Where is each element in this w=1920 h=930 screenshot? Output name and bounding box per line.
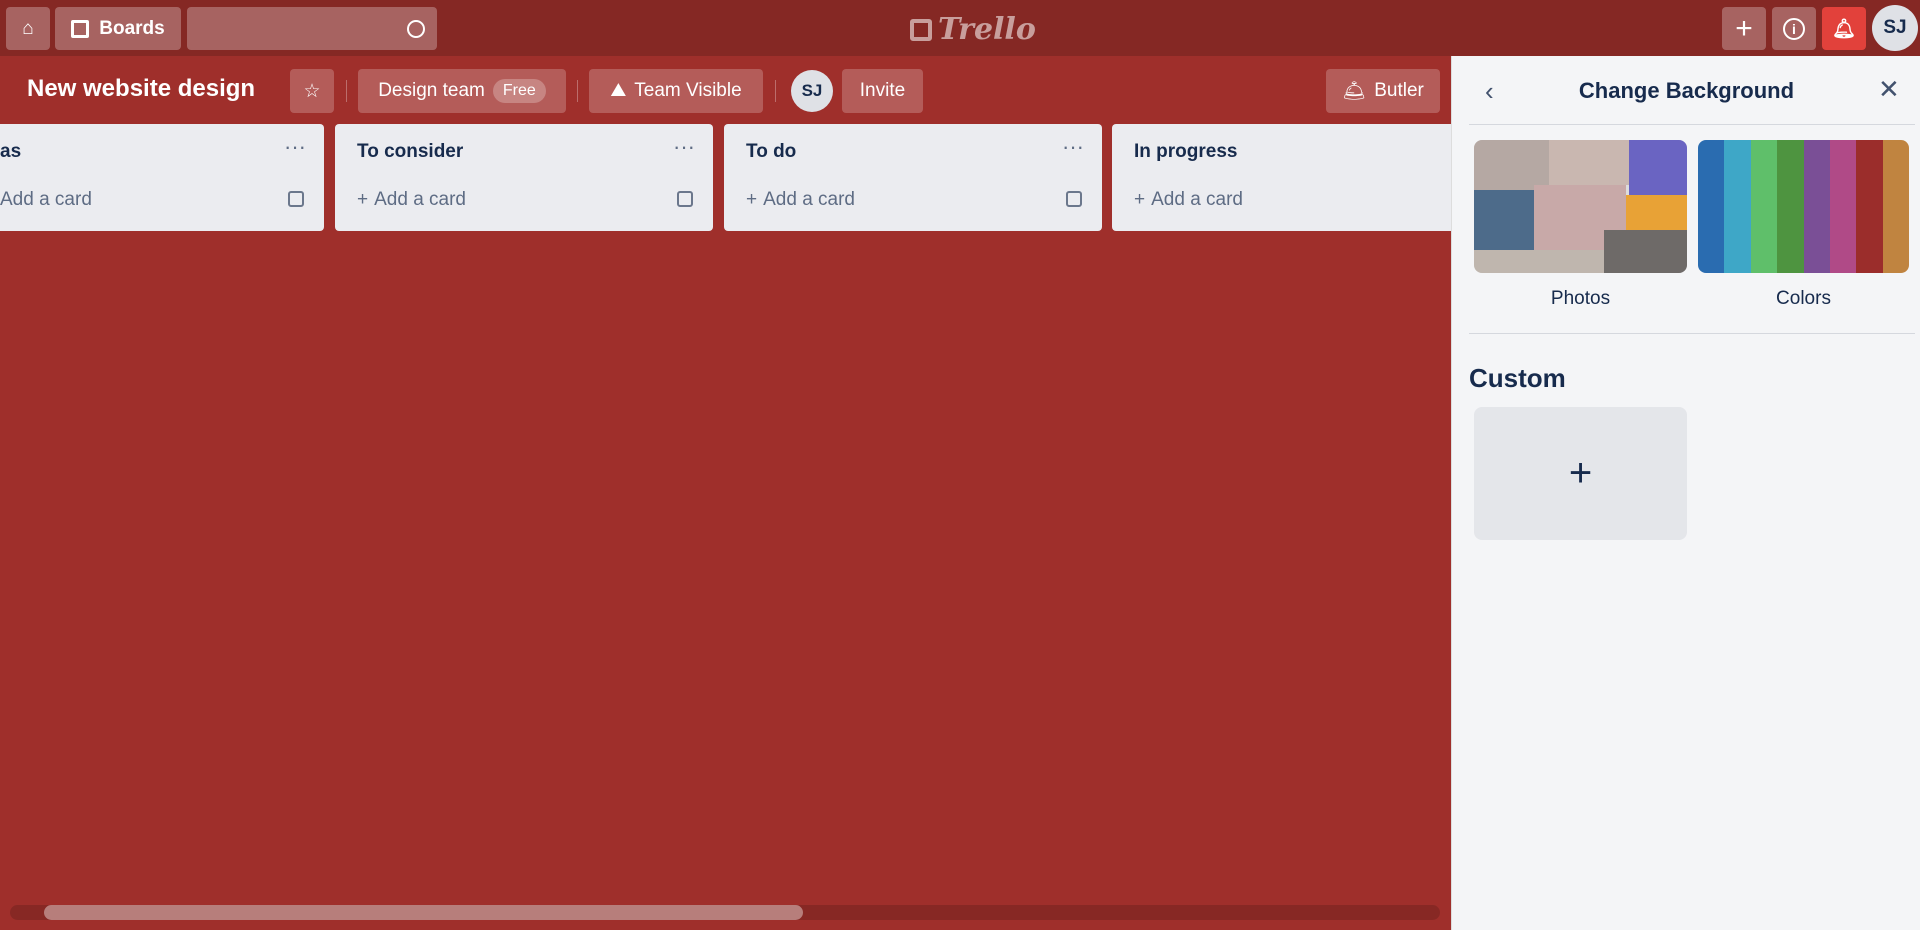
add-card-label: Add a card — [374, 189, 467, 210]
divider — [1469, 333, 1915, 334]
notifications-button[interactable]: 🔔︎ — [1822, 7, 1866, 50]
plus-icon: + — [1568, 451, 1593, 495]
create-button[interactable]: + — [1722, 7, 1766, 50]
plan-badge: Free — [492, 79, 546, 103]
list-menu-icon[interactable]: ··· — [1062, 134, 1084, 160]
list: as ··· Add a card — [0, 124, 324, 231]
info-icon: i — [1783, 17, 1805, 40]
panel-title: Change Background — [1578, 78, 1795, 103]
photos-label[interactable]: Photos — [1474, 288, 1687, 310]
change-background-panel: ‹ Change Background ✕ Photos Colors Cust… — [1451, 56, 1920, 930]
colors-label[interactable]: Colors — [1698, 288, 1909, 310]
add-card-button[interactable]: + Add a card — [1134, 189, 1243, 211]
add-card-button[interactable]: + Add a card — [746, 189, 855, 211]
close-icon[interactable]: ✕ — [1878, 74, 1900, 105]
color-swatch — [1777, 140, 1804, 273]
add-card-label: Add a card — [0, 189, 92, 210]
add-card-button[interactable]: Add a card — [0, 189, 92, 211]
add-card-button[interactable]: + Add a card — [357, 189, 466, 211]
list: In progress + Add a card — [1112, 124, 1490, 231]
custom-heading: Custom — [1469, 363, 1566, 393]
team-icon: ⛰︎ — [610, 80, 627, 101]
butler-bell-icon: 🛎︎ — [1342, 81, 1367, 102]
team-button[interactable]: Design team Free — [358, 69, 566, 113]
list: To do ··· + Add a card — [724, 124, 1102, 231]
logo-text: Trello — [938, 12, 1036, 47]
member-avatar[interactable]: SJ — [791, 70, 833, 112]
visibility-button[interactable]: ⛰︎ Team Visible — [589, 69, 763, 113]
list-title[interactable]: To consider — [357, 141, 463, 163]
visibility-label: Team Visible — [634, 80, 742, 101]
card-template-icon[interactable] — [288, 191, 304, 207]
color-swatch — [1803, 140, 1830, 273]
star-button[interactable]: ☆ — [290, 69, 334, 113]
list: To consider ··· + Add a card — [335, 124, 713, 231]
top-navbar: ⌂ Boards Trello + i 🔔︎ SJ — [0, 0, 1920, 56]
divider — [577, 80, 578, 102]
color-swatch — [1882, 140, 1909, 273]
star-icon: ☆ — [303, 80, 321, 102]
boards-label: Boards — [99, 17, 165, 39]
plus-icon: + — [1735, 11, 1753, 45]
list-menu-icon[interactable]: ··· — [284, 134, 306, 160]
home-icon: ⌂ — [22, 17, 34, 39]
add-custom-background-button[interactable]: + — [1474, 407, 1687, 540]
butler-label: Butler — [1374, 80, 1424, 101]
divider — [1469, 124, 1915, 125]
list-title[interactable]: In progress — [1134, 141, 1237, 163]
card-template-icon[interactable] — [677, 191, 693, 207]
scrollbar-thumb[interactable] — [44, 905, 803, 920]
colors-tile[interactable] — [1698, 140, 1909, 273]
plus-icon: + — [357, 189, 369, 210]
add-card-label: Add a card — [1151, 189, 1244, 210]
list-menu-icon[interactable]: ··· — [673, 134, 695, 160]
trello-logo[interactable]: Trello — [910, 12, 1036, 47]
user-avatar[interactable]: SJ — [1872, 5, 1918, 51]
horizontal-scrollbar[interactable] — [10, 905, 1440, 920]
color-swatch — [1724, 140, 1751, 273]
card-template-icon[interactable] — [1066, 191, 1082, 207]
invite-button[interactable]: Invite — [842, 69, 923, 113]
plus-icon: + — [746, 189, 758, 210]
plus-icon: + — [1134, 189, 1146, 210]
search-input[interactable] — [187, 7, 437, 50]
color-swatch — [1856, 140, 1883, 273]
team-name: Design team — [378, 80, 485, 101]
divider — [775, 80, 776, 102]
home-button[interactable]: ⌂ — [6, 7, 50, 50]
bell-icon: 🔔︎ — [1831, 18, 1857, 40]
color-swatch — [1698, 140, 1725, 273]
list-title[interactable]: as — [0, 141, 21, 163]
list-title[interactable]: To do — [746, 141, 796, 163]
add-card-label: Add a card — [763, 189, 856, 210]
board-title[interactable]: New website design — [27, 75, 255, 103]
board-icon — [71, 19, 90, 38]
color-swatch — [1750, 140, 1778, 273]
trello-logo-icon — [910, 18, 932, 41]
info-button[interactable]: i — [1772, 7, 1816, 50]
divider — [346, 80, 347, 102]
photos-tile[interactable] — [1474, 140, 1687, 273]
color-swatch — [1829, 140, 1857, 273]
search-icon — [407, 19, 425, 38]
boards-button[interactable]: Boards — [55, 7, 181, 50]
butler-button[interactable]: 🛎︎ Butler — [1326, 69, 1440, 113]
